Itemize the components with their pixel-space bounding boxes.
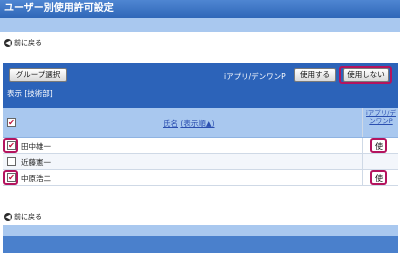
row-checkbox[interactable] bbox=[7, 157, 16, 166]
feature-label: iアプリ/デンワンP bbox=[224, 72, 286, 81]
row-checkbox[interactable]: ✔ bbox=[7, 173, 16, 182]
display-group-text: 表示 [技術部] bbox=[7, 89, 53, 98]
back-link-label: 前に戻る bbox=[14, 213, 42, 221]
row-checkbox[interactable]: ✔ bbox=[7, 141, 16, 150]
display-order-sort-link[interactable]: (表示順▲) bbox=[180, 119, 214, 128]
table-row[interactable]: 近藤憲一 bbox=[3, 154, 398, 170]
bottom-bar bbox=[3, 225, 398, 236]
title-subbar bbox=[0, 18, 400, 32]
feature-column-header[interactable]: iアプリ/デンワンP bbox=[364, 109, 398, 125]
use-mark: 使 bbox=[375, 174, 383, 183]
arrow-left-circle-icon: ◀ bbox=[4, 39, 12, 47]
enable-button[interactable]: 使用する bbox=[294, 68, 336, 82]
group-select-button[interactable]: グループ選択 bbox=[9, 68, 67, 82]
user-name: 近藤憲一 bbox=[21, 158, 51, 167]
table-row[interactable]: ✔ 中原浩二 使 bbox=[3, 170, 398, 186]
back-link-top[interactable]: ◀ 前に戻る bbox=[4, 38, 42, 48]
footer-bar bbox=[3, 236, 398, 253]
name-column-header[interactable]: 氏名 (表示順▲) bbox=[163, 118, 215, 129]
user-name: 中原浩二 bbox=[21, 174, 51, 183]
user-table: ✔ 氏名 (表示順▲) iアプリ/デンワンP ✔ 田中雄一 使 近藤憲一 ✔ 中… bbox=[3, 108, 398, 186]
user-name: 田中雄一 bbox=[21, 142, 51, 151]
arrow-left-circle-icon: ◀ bbox=[4, 213, 12, 221]
action-panel: グループ選択 iアプリ/デンワンP 使用する 使用しない 表示 [技術部] bbox=[3, 63, 398, 108]
table-row[interactable]: ✔ 田中雄一 使 bbox=[3, 138, 398, 154]
name-sort-link[interactable]: 氏名 bbox=[163, 119, 178, 128]
page-title: ユーザー別使用許可設定 bbox=[0, 0, 400, 18]
table-header: ✔ 氏名 (表示順▲) iアプリ/デンワンP bbox=[3, 108, 398, 138]
use-mark: 使 bbox=[375, 142, 383, 151]
back-link-label: 前に戻る bbox=[14, 39, 42, 47]
back-link-bottom[interactable]: ◀ 前に戻る bbox=[4, 212, 42, 222]
select-all-checkbox[interactable]: ✔ bbox=[7, 118, 16, 127]
disable-button[interactable]: 使用しない bbox=[343, 68, 389, 82]
